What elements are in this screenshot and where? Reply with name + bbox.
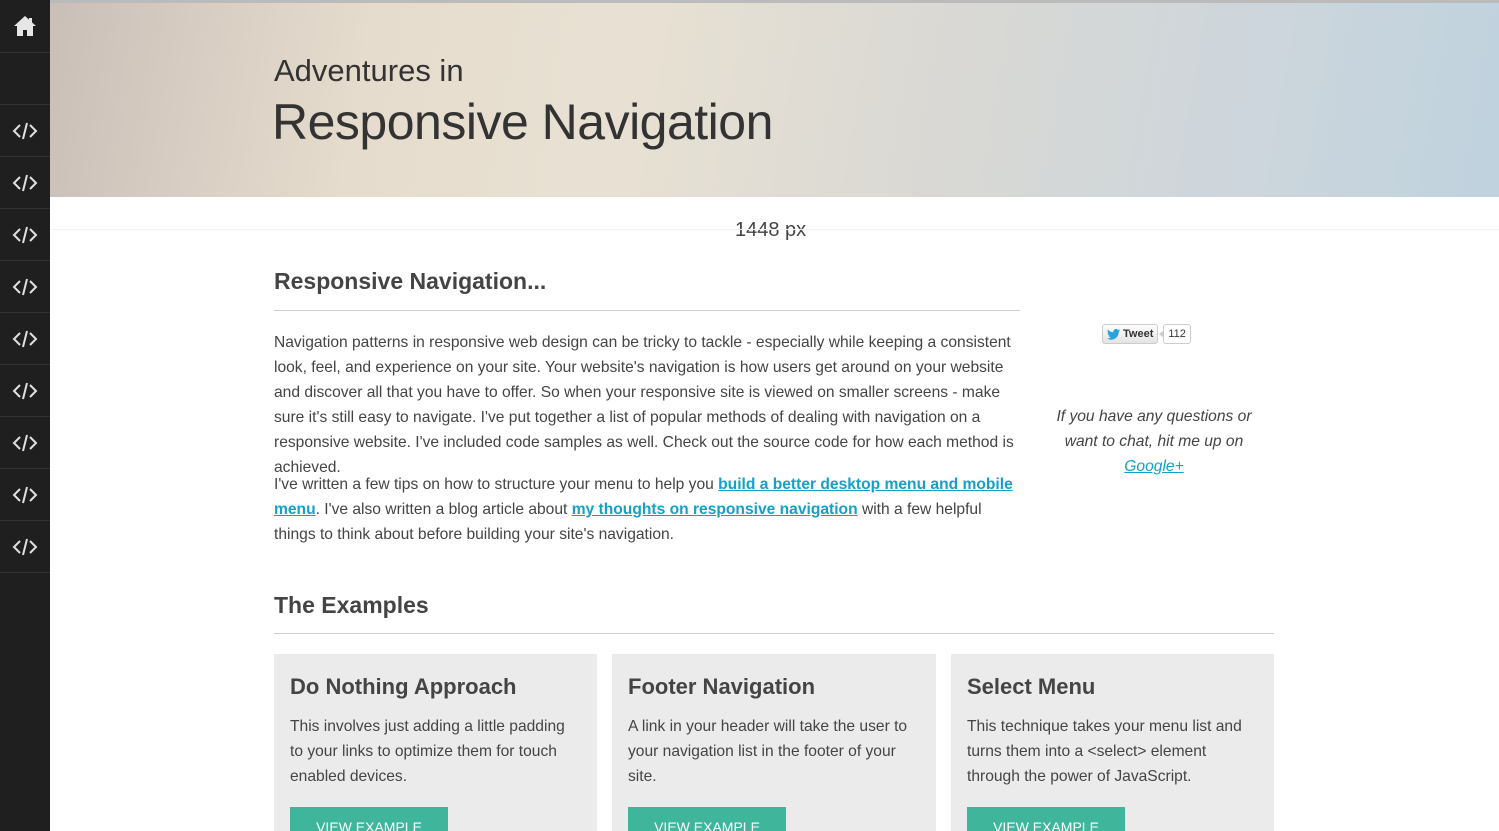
code-example-button[interactable] [0,365,50,417]
card-title: Do Nothing Approach [290,674,517,699]
intro-paragraph: Navigation patterns in responsive web de… [274,334,1014,476]
code-example-button[interactable] [0,469,50,521]
tweet-widget: Tweet 112 [1102,324,1191,344]
google-plus-link[interactable]: Google+ [1124,458,1183,475]
links-paragraph: I've written a few tips on how to struct… [274,472,1014,547]
code-icon [12,538,38,555]
example-card-do-nothing: Do Nothing Approach This involves just a… [274,654,597,831]
sidebar [0,0,50,831]
view-example-button[interactable]: VIEW EXAMPLE [628,807,786,831]
card-description: This involves just adding a little paddi… [290,718,565,785]
code-example-button[interactable] [0,105,50,157]
code-icon [12,434,38,451]
links-paragraph-text-1: I've written a few tips on how to struct… [274,476,719,493]
divider [50,229,1499,230]
card-title: Footer Navigation [628,674,816,699]
header-subtitle: Adventures in [274,53,464,88]
view-example-button[interactable]: VIEW EXAMPLE [967,807,1125,831]
code-icon [12,122,38,139]
twitter-bird-icon [1107,328,1120,340]
example-card-footer-navigation: Footer Navigation A link in your header … [612,654,936,831]
viewport-width-readout: 1448 px [735,219,807,241]
code-example-button[interactable] [0,521,50,573]
contact-note-text: If you have any questions or want to cha… [1056,408,1252,450]
examples-heading: The Examples [274,592,429,618]
code-example-button[interactable] [0,157,50,209]
code-icon [12,382,38,399]
code-icon [12,486,38,503]
view-example-button[interactable]: VIEW EXAMPLE [290,807,448,831]
header-title: Responsive Navigation [272,94,773,150]
code-icon [12,226,38,243]
code-icon [12,330,38,347]
tweet-count[interactable]: 112 [1159,324,1191,344]
sidebar-spacer [0,53,50,105]
intro-heading: Responsive Navigation... [274,268,547,294]
page-header: Adventures in Responsive Navigation [50,0,1499,197]
card-description: A link in your header will take the user… [628,718,908,785]
home-icon [14,16,36,36]
tweet-label: Tweet [1123,328,1154,340]
code-example-button[interactable] [0,313,50,365]
intro-rule [274,310,1020,311]
code-example-button[interactable] [0,261,50,313]
examples-rule [274,633,1274,634]
code-example-button[interactable] [0,417,50,469]
links-paragraph-text-2: . I've also written a blog article about [315,501,572,518]
code-icon [12,174,38,191]
code-example-button[interactable] [0,209,50,261]
card-description: This technique takes your menu list and … [967,718,1242,785]
tweet-button[interactable]: Tweet [1102,324,1159,344]
code-icon [12,278,38,295]
example-card-select-menu: Select Menu This technique takes your me… [951,654,1274,831]
card-title: Select Menu [967,674,1096,699]
contact-note: If you have any questions or want to cha… [1040,404,1268,479]
home-button[interactable] [0,0,50,53]
responsive-navigation-article-link[interactable]: my thoughts on responsive navigation [572,501,858,518]
